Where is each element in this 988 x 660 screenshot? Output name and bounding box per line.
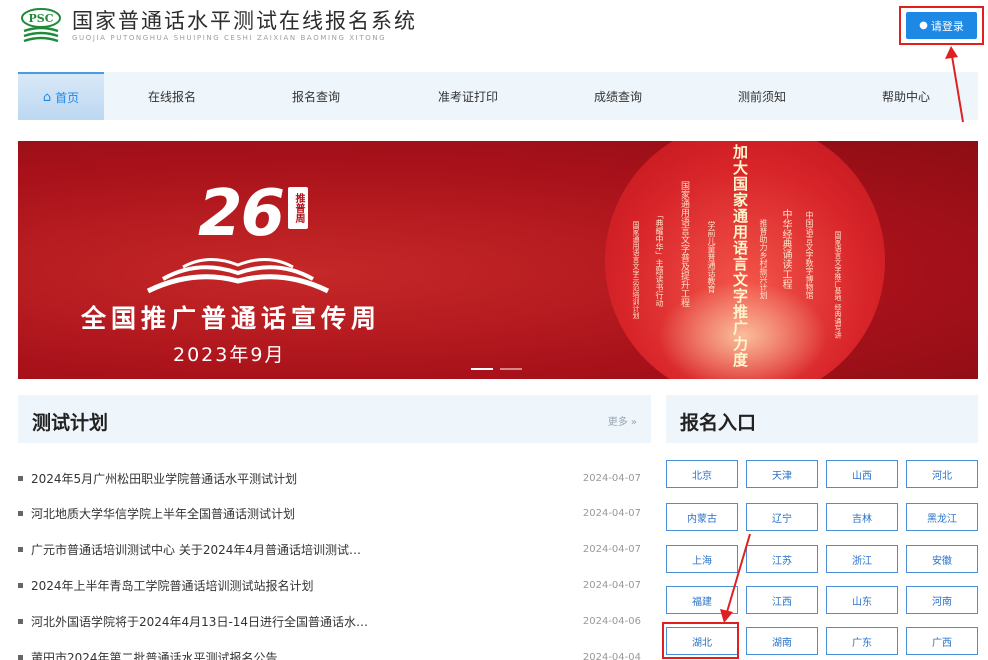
banner-vertical-line: 国家通用语言文字示范培训计划 bbox=[632, 221, 640, 319]
province-button-anhui[interactable]: 安徽 bbox=[906, 545, 978, 573]
banner-vertical-line: 中国语言文字数字博物馆 bbox=[805, 211, 814, 299]
province-button-zhejiang[interactable]: 浙江 bbox=[826, 545, 898, 573]
main-nav: ⌂ 首页 在线报名 报名查询 准考证打印 成绩查询 测前须知 帮助中心 bbox=[18, 72, 978, 120]
nav-item-registration-query[interactable]: 报名查询 bbox=[266, 72, 366, 120]
nav-label: 测前须知 bbox=[737, 89, 786, 104]
bullet-icon bbox=[18, 475, 23, 481]
nav-label: 成绩查询 bbox=[593, 89, 642, 104]
banner-vertical-line: 推普助力乡村振兴计划 bbox=[759, 219, 768, 299]
bullet-icon bbox=[18, 546, 23, 552]
more-link[interactable]: 更多 » bbox=[608, 413, 637, 428]
bullet-icon bbox=[18, 618, 23, 624]
login-label: 请登录 bbox=[930, 19, 964, 33]
banner-vertical-line: 国家语言文字推广基地 经典诵写讲 bbox=[834, 231, 842, 339]
province-button-guangdong[interactable]: 广东 bbox=[826, 627, 898, 655]
plan-item-date: 2024-04-06 bbox=[582, 615, 641, 627]
banner-vertical-line: 学前儿童普通话教育 bbox=[707, 221, 716, 293]
nav-item-online-registration[interactable]: 在线报名 bbox=[122, 72, 222, 120]
promo-banner[interactable]: 26 推普周 全国推广普通话宣传周 2023年9月 国家通用语言文字示范培训计划… bbox=[18, 141, 978, 379]
province-button-fujian[interactable]: 福建 bbox=[666, 586, 738, 614]
province-button-heilongjiang[interactable]: 黑龙江 bbox=[906, 503, 978, 531]
province-button-hebei[interactable]: 河北 bbox=[906, 460, 978, 488]
user-icon: ● bbox=[919, 20, 928, 31]
login-button[interactable]: ● 请登录 bbox=[906, 12, 977, 39]
banner-number: 26 bbox=[198, 177, 285, 251]
banner-vertical-main: 加大国家通用语言文字推广力度 bbox=[731, 144, 749, 368]
banner-badge-text: 推普周 bbox=[293, 193, 304, 223]
plan-item-title: 2024年上半年青岛工学院普通话培训测试站报名计划 bbox=[31, 578, 314, 593]
registration-entry-title: 报名入口 bbox=[680, 412, 757, 434]
list-item[interactable]: 河北外国语学院将于2024年4月13日-14日进行全国普通话水… 2024-04-… bbox=[18, 611, 651, 631]
banner-title: 全国推广普通话宣传周 bbox=[81, 304, 382, 333]
bullet-icon bbox=[18, 510, 23, 516]
plan-item-title: 河北外国语学院将于2024年4月13日-14日进行全国普通话水… bbox=[31, 614, 369, 629]
province-button-jilin[interactable]: 吉林 bbox=[826, 503, 898, 531]
bullet-icon bbox=[18, 654, 23, 660]
registration-entry-header: 报名入口 bbox=[666, 395, 978, 443]
nav-item-score-query[interactable]: 成绩查询 bbox=[568, 72, 668, 120]
nav-item-home[interactable]: ⌂ 首页 bbox=[18, 72, 104, 120]
province-button-neimenggu[interactable]: 内蒙古 bbox=[666, 503, 738, 531]
site-logo[interactable]: PSC 国家普通话水平测试在线报名系统 GUOJIA PUTONGHUA SHU… bbox=[18, 6, 417, 46]
site-title: 国家普通话水平测试在线报名系统 bbox=[72, 9, 417, 33]
banner-vertical-line: 「典耀中华」主题读书行动 bbox=[655, 211, 664, 307]
banner-date: 2023年9月 bbox=[173, 344, 286, 366]
nav-item-pre-test-notice[interactable]: 测前须知 bbox=[712, 72, 812, 120]
province-button-beijing[interactable]: 北京 bbox=[666, 460, 738, 488]
list-item[interactable]: 2024年5月广州松田职业学院普通话水平测试计划 2024-04-07 bbox=[18, 468, 651, 488]
province-button-guangxi[interactable]: 广西 bbox=[906, 627, 978, 655]
banner-vertical-line: 中华经典诵读工程 bbox=[780, 209, 791, 289]
province-button-hunan[interactable]: 湖南 bbox=[746, 627, 818, 655]
nav-label: 准考证打印 bbox=[437, 89, 498, 104]
test-plan-title: 测试计划 bbox=[32, 412, 109, 434]
list-item[interactable]: 2024年上半年青岛工学院普通话培训测试站报名计划 2024-04-07 bbox=[18, 575, 651, 595]
open-book-icon bbox=[146, 258, 330, 294]
logo-badge-text: PSC bbox=[29, 12, 54, 25]
list-item[interactable]: 广元市普通话培训测试中心 关于2024年4月普通话培训测试… 2024-04-07 bbox=[18, 539, 651, 559]
nav-item-help-center[interactable]: 帮助中心 bbox=[856, 72, 956, 120]
province-button-shandong[interactable]: 山东 bbox=[826, 586, 898, 614]
hubei-annotation-box bbox=[662, 622, 739, 659]
site-subtitle: GUOJIA PUTONGHUA SHUIPING CESHI ZAIXIAN … bbox=[72, 34, 387, 42]
plan-item-title: 河北地质大学华信学院上半年全国普通话测试计划 bbox=[31, 506, 296, 521]
province-button-jiangsu[interactable]: 江苏 bbox=[746, 545, 818, 573]
plan-item-title: 2024年5月广州松田职业学院普通话水平测试计划 bbox=[31, 471, 298, 486]
bullet-icon bbox=[18, 582, 23, 588]
home-icon: ⌂ bbox=[42, 89, 52, 105]
psc-logo-icon: PSC bbox=[18, 7, 64, 45]
plan-item-date: 2024-04-07 bbox=[582, 579, 641, 591]
province-button-liaoning[interactable]: 辽宁 bbox=[746, 503, 818, 531]
list-item[interactable]: 莆田市2024年第二批普通话水平测试报名公告 2024-04-04 bbox=[18, 647, 651, 660]
province-button-henan[interactable]: 河南 bbox=[906, 586, 978, 614]
banner-vertical-line: 国家通用语言文字普及提升工程 bbox=[679, 181, 689, 307]
plan-item-title: 广元市普通话培训测试中心 关于2024年4月普通话培训测试… bbox=[31, 542, 361, 557]
plan-item-date: 2024-04-07 bbox=[582, 507, 641, 519]
nav-label: 帮助中心 bbox=[881, 89, 930, 104]
banner-badge: 推普周 bbox=[288, 187, 308, 229]
plan-item-date: 2024-04-07 bbox=[582, 543, 641, 555]
slider-dot-active[interactable] bbox=[471, 368, 493, 370]
test-plan-header: 测试计划 更多 » bbox=[18, 395, 651, 443]
nav-label: 在线报名 bbox=[147, 89, 196, 104]
province-button-jiangxi[interactable]: 江西 bbox=[746, 586, 818, 614]
province-button-shanghai[interactable]: 上海 bbox=[666, 545, 738, 573]
nav-label: 报名查询 bbox=[291, 89, 340, 104]
nav-item-admission-ticket[interactable]: 准考证打印 bbox=[418, 72, 518, 120]
plan-item-date: 2024-04-07 bbox=[582, 472, 641, 484]
list-item[interactable]: 河北地质大学华信学院上半年全国普通话测试计划 2024-04-07 bbox=[18, 503, 651, 523]
slider-dot[interactable] bbox=[500, 368, 522, 370]
plan-item-date: 2024-04-04 bbox=[582, 651, 641, 660]
plan-item-title: 莆田市2024年第二批普通话水平测试报名公告 bbox=[31, 650, 278, 660]
province-button-shanxi[interactable]: 山西 bbox=[826, 460, 898, 488]
nav-label: 首页 bbox=[55, 90, 80, 105]
province-button-tianjin[interactable]: 天津 bbox=[746, 460, 818, 488]
